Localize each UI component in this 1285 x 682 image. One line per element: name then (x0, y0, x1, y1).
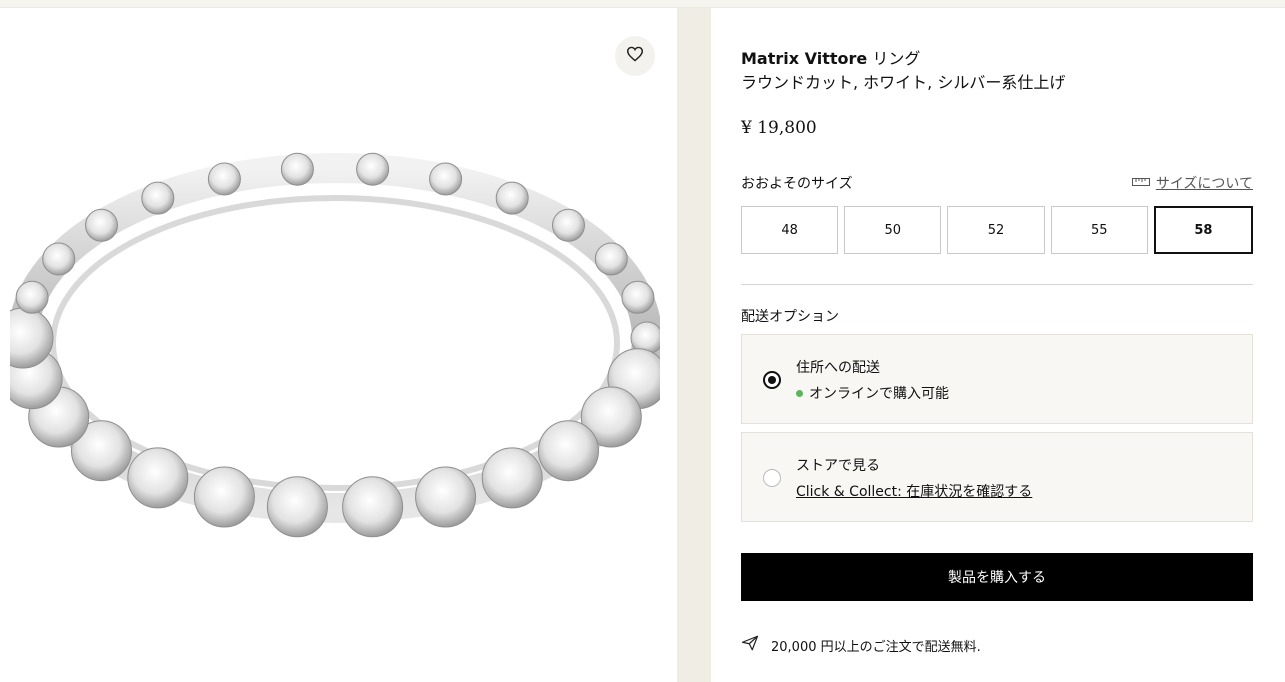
click-collect-link-row: Click & Collect: 在庫状況を確認する (796, 481, 1032, 501)
size-guide-link[interactable]: サイズについて (1131, 173, 1253, 193)
size-option-48[interactable]: 48 (741, 206, 839, 254)
ring-gem (429, 162, 463, 196)
shipping-option-title: ストアで見る (796, 458, 880, 474)
ring-gem (538, 420, 599, 482)
divider-band (677, 8, 711, 682)
product-title: Matrix Vittore リング (741, 48, 920, 70)
ring-image (10, 152, 660, 538)
ring-gem (266, 476, 328, 538)
section-divider (741, 284, 1253, 285)
product-subtitle: ラウンドカット, ホワイト, シルバー系仕上げ (741, 73, 1066, 92)
ring-gem (415, 466, 477, 528)
availability-dot-icon (796, 389, 803, 397)
shipping-option-home-delivery[interactable]: 住所への配送 オンラインで購入可能 (741, 334, 1253, 424)
buy-button[interactable]: 製品を購入する (741, 553, 1253, 601)
ring-gem (15, 280, 49, 314)
availability-text: オンラインで購入可能 (809, 386, 949, 402)
ring-gem (594, 242, 628, 276)
ring-gem (621, 280, 655, 314)
ring-gem (127, 447, 189, 509)
shipping-option-store-pickup[interactable]: ストアで見る Click & Collect: 在庫状況を確認する (741, 432, 1253, 522)
ring-gem (42, 242, 76, 276)
product-image-panel (0, 8, 677, 682)
free-shipping-note: 20,000 円以上のご注文で配送無料. (741, 634, 981, 656)
click-collect-link[interactable]: Click & Collect: 在庫状況を確認する (796, 481, 1032, 501)
ring-gem (207, 162, 241, 196)
heart-icon (626, 46, 644, 66)
ring-gem (193, 466, 255, 528)
size-option-52[interactable]: 52 (947, 206, 1045, 254)
size-guide-label: サイズについて (1155, 176, 1253, 192)
ring-gem (85, 208, 118, 242)
free-shipping-text: 20,000 円以上のご注文で配送無料. (771, 639, 981, 655)
ring-gem (552, 208, 585, 242)
ring-gem (342, 476, 404, 538)
size-option-58[interactable]: 58 (1153, 206, 1254, 254)
shipping-label: 配送オプション (741, 309, 839, 325)
size-option-55[interactable]: 55 (1050, 206, 1148, 254)
radio-unselected[interactable] (763, 469, 781, 487)
radio-selected[interactable] (763, 371, 781, 389)
product-brand: Matrix Vittore (741, 49, 868, 68)
top-border (0, 0, 1285, 8)
ring-gem (141, 181, 175, 215)
product-price: ¥ 19,800 (741, 118, 817, 138)
paper-plane-icon (741, 634, 759, 656)
availability-status: オンラインで購入可能 (796, 383, 949, 403)
product-type: リング (872, 49, 921, 68)
ring-gem (356, 152, 390, 186)
wishlist-button[interactable] (615, 36, 655, 76)
size-label: おおよそのサイズ (741, 176, 853, 192)
ring-gem (481, 447, 543, 509)
shipping-option-title: 住所への配送 (796, 360, 880, 376)
ring-gem (495, 181, 529, 215)
ring-gem (280, 152, 314, 186)
size-option-50[interactable]: 50 (844, 206, 942, 254)
size-selector: 48 50 52 55 58 (741, 206, 1254, 254)
ruler-icon (1131, 175, 1150, 191)
